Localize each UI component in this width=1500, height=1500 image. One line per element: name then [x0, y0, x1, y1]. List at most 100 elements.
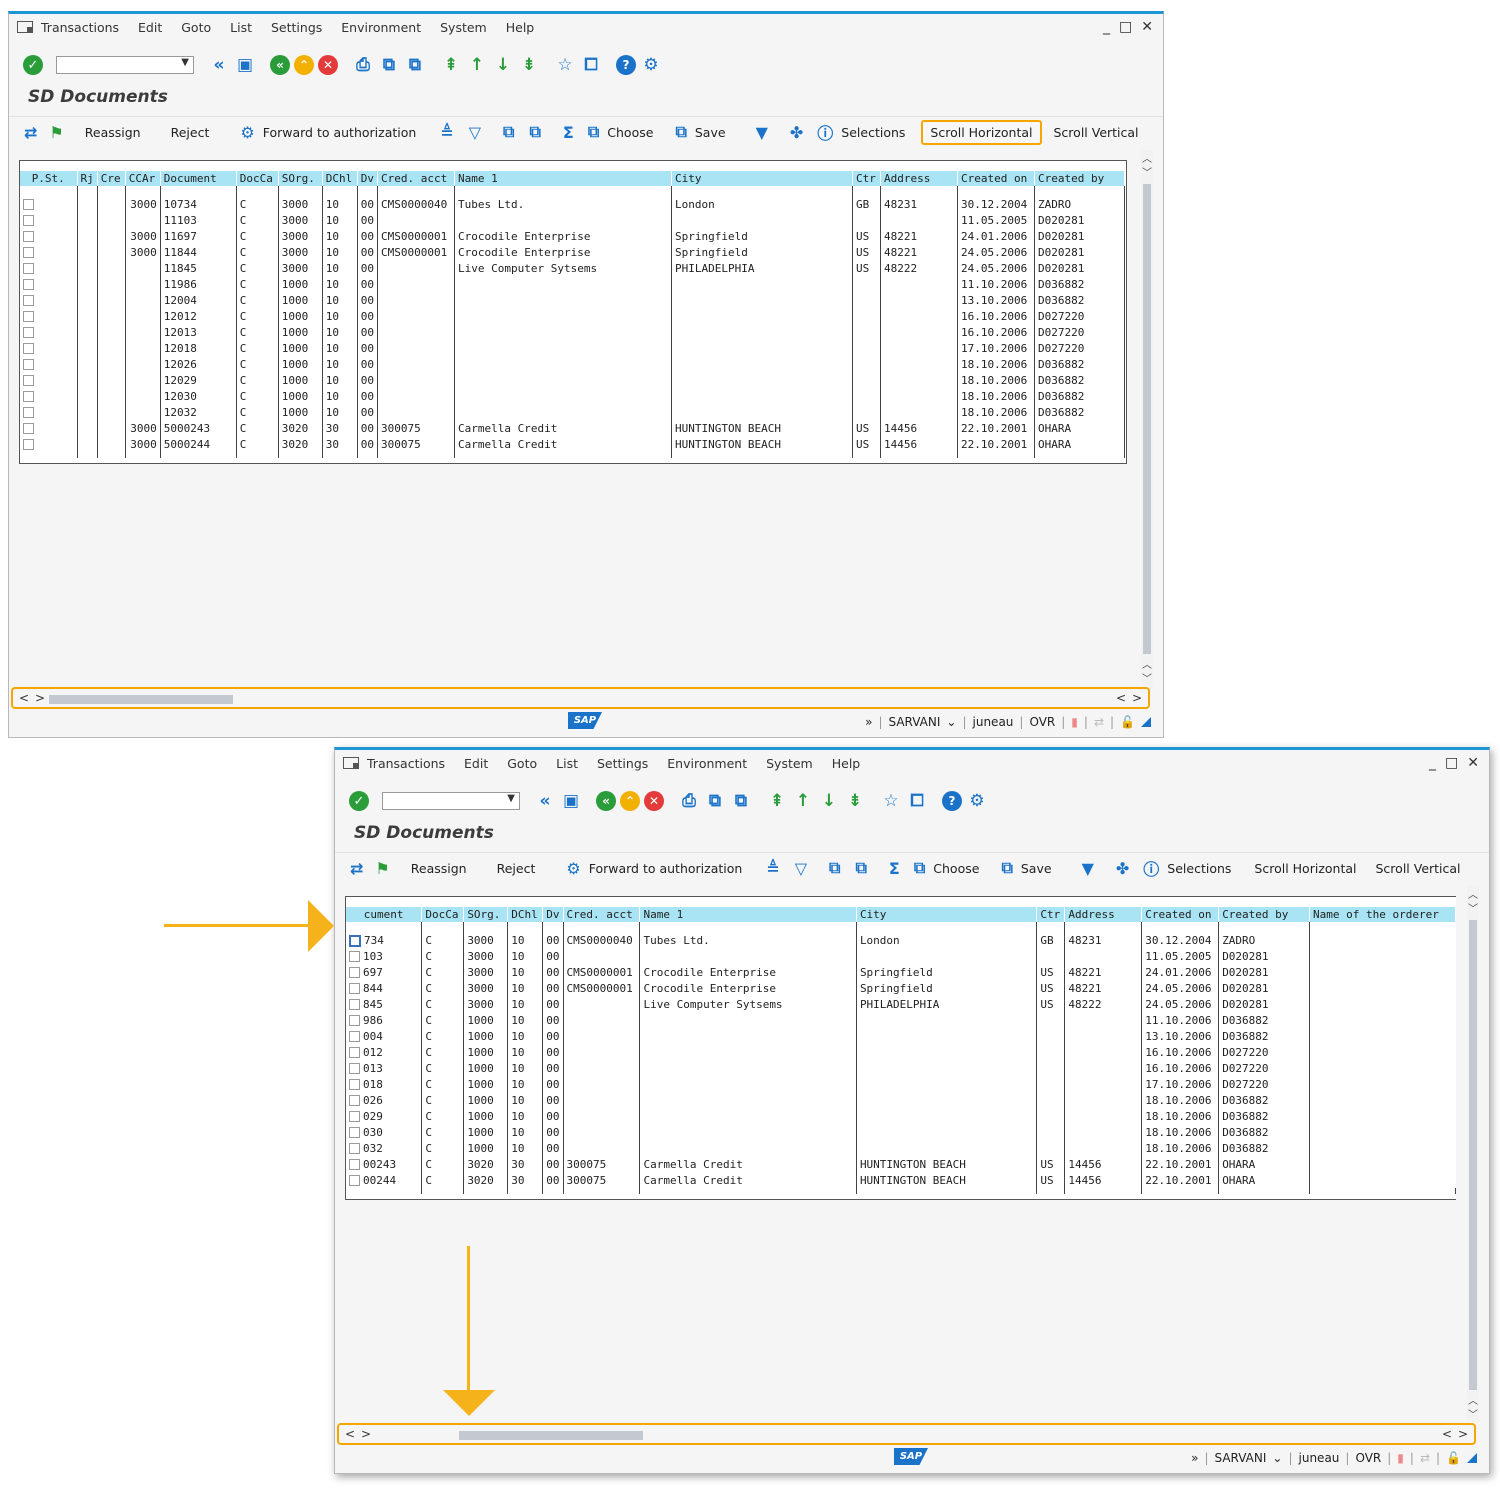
table-cell[interactable]: 10	[322, 372, 358, 388]
table-cell[interactable]	[1310, 1044, 1456, 1060]
table-cell[interactable]: 3000	[125, 436, 161, 452]
col-header-sorg[interactable]: SOrg.	[278, 171, 323, 186]
table-cell[interactable]	[377, 404, 455, 420]
table-cell[interactable]: 00	[357, 356, 379, 372]
back-icon[interactable]: «	[270, 55, 290, 75]
table-cell[interactable]	[1310, 1012, 1456, 1028]
table-cell[interactable]	[97, 356, 126, 372]
table-cell[interactable]	[856, 1044, 1038, 1060]
table-cell[interactable]: 1000	[463, 1044, 509, 1060]
col-header-document[interactable]: cument	[346, 907, 423, 922]
table-cell[interactable]	[1310, 1124, 1456, 1140]
table-row[interactable]: 3000 10734 C 3000 10 00 CMS0000040 Tubes Ltd. Lo…	[20, 196, 1125, 212]
table-cell[interactable]: 12026	[160, 356, 237, 372]
table-cell[interactable]: C	[421, 1124, 465, 1140]
row-checkbox[interactable]	[349, 1175, 360, 1186]
menu-goto[interactable]: Goto	[181, 20, 211, 35]
first-page-icon[interactable]: ⇞	[766, 790, 788, 812]
enter-check-icon[interactable]: ✓	[23, 55, 43, 75]
table-cell[interactable]: C	[236, 276, 279, 292]
table-cell[interactable]: 18.10.2006	[957, 372, 1035, 388]
table-cell[interactable]	[77, 324, 98, 340]
table-cell[interactable]	[377, 372, 455, 388]
menu-system[interactable]: System	[766, 756, 813, 771]
table-cell[interactable]: D027220	[1034, 324, 1125, 340]
table-cell[interactable]	[1036, 1124, 1066, 1140]
table-row[interactable]: 12013 C 1000 10 00 16.10.2006 D027220	[20, 324, 1125, 340]
table-cell[interactable]: C	[236, 212, 279, 228]
table-cell[interactable]: 18.10.2006	[1141, 1092, 1220, 1108]
table-cell[interactable]: C	[236, 228, 279, 244]
table-cell[interactable]	[1064, 1044, 1143, 1060]
table-cell[interactable]: 16.10.2006	[957, 324, 1035, 340]
table-cell[interactable]: 00	[542, 1172, 564, 1188]
forward-gear-icon[interactable]: ⚙	[566, 859, 580, 878]
table-cell[interactable]: 10	[507, 964, 544, 980]
table-cell[interactable]: 029	[346, 1108, 423, 1124]
table-cell[interactable]	[454, 388, 672, 404]
table-cell[interactable]: 986	[346, 1012, 423, 1028]
table-cell[interactable]	[77, 260, 98, 276]
table-cell[interactable]	[671, 292, 853, 308]
window-menu-icon[interactable]	[17, 21, 33, 33]
table-row[interactable]: 12032 C 1000 10 00 18.10.2006 D036882	[20, 404, 1125, 420]
col-header-city[interactable]: City	[671, 171, 853, 186]
table-cell[interactable]: 300075	[563, 1156, 641, 1172]
table-cell[interactable]	[880, 308, 958, 324]
table-cell[interactable]: Carmella Credit	[454, 436, 672, 452]
reject-button[interactable]: Reject	[490, 858, 543, 879]
table-cell[interactable]: 48221	[1064, 964, 1143, 980]
table-cell[interactable]: 30	[322, 436, 358, 452]
table-cell[interactable]: OHARA	[1218, 1172, 1311, 1188]
table-cell[interactable]	[1036, 948, 1066, 964]
scroll-up-icon[interactable]: ︿	[1467, 1392, 1479, 1407]
back-double-icon[interactable]: «	[208, 54, 230, 76]
table-cell[interactable]: 3000	[463, 980, 509, 996]
table-cell[interactable]: 1000	[463, 1140, 509, 1156]
table-cell[interactable]: C	[421, 1108, 465, 1124]
table-cell[interactable]: PHILADELPHIA	[856, 996, 1038, 1012]
table-cell[interactable]	[77, 308, 98, 324]
table-cell[interactable]	[856, 1060, 1038, 1076]
table-cell[interactable]: 00	[542, 964, 564, 980]
scroll-horizontal-button[interactable]: Scroll Horizontal	[921, 119, 1042, 145]
table-cell[interactable]: C	[421, 1060, 465, 1076]
table-cell[interactable]	[77, 244, 98, 260]
table-cell[interactable]: Live Computer Sytsems	[639, 996, 857, 1012]
menu-help[interactable]: Help	[506, 20, 535, 35]
resize-grip-icon[interactable]	[1467, 1453, 1477, 1463]
row-checkbox[interactable]	[23, 215, 34, 226]
table-cell[interactable]: 10	[507, 1076, 544, 1092]
table-cell[interactable]: 3000	[278, 244, 323, 260]
reject-button[interactable]: Reject	[164, 122, 217, 143]
table-cell[interactable]	[125, 356, 161, 372]
table-cell[interactable]	[125, 308, 161, 324]
table-cell[interactable]	[77, 420, 98, 436]
table-cell[interactable]: C	[236, 292, 279, 308]
choose-icon[interactable]: ⧉	[588, 122, 599, 142]
table-cell[interactable]	[97, 388, 126, 404]
table-row[interactable]: 986 C 1000 10 00 11.10.2006 D036882	[346, 1012, 1456, 1028]
row-checkbox[interactable]	[23, 311, 34, 322]
table-cell[interactable]: C	[421, 1044, 465, 1060]
table-cell[interactable]	[639, 948, 857, 964]
table-cell[interactable]: 00	[357, 372, 379, 388]
table-cell[interactable]	[97, 196, 126, 212]
choose-button[interactable]: Choose	[933, 861, 979, 876]
table-cell[interactable]: C	[421, 964, 465, 980]
table-cell[interactable]: C	[421, 948, 465, 964]
minimize-icon[interactable]: _	[1103, 19, 1110, 35]
table-cell[interactable]: 12012	[160, 308, 237, 324]
table-cell[interactable]: Crocodile Enterprise	[639, 964, 857, 980]
table-cell[interactable]: 22.10.2001	[957, 436, 1035, 452]
scroll-left-icon[interactable]: <	[1116, 691, 1126, 705]
row-checkbox[interactable]	[349, 1063, 360, 1074]
table-cell[interactable]	[856, 1012, 1038, 1028]
table-row[interactable]: 12012 C 1000 10 00 16.10.2006 D027220	[20, 308, 1125, 324]
forward-gear-icon[interactable]: ⚙	[240, 123, 254, 142]
table-cell[interactable]	[1064, 1108, 1143, 1124]
table-cell[interactable]: 10	[507, 980, 544, 996]
command-field[interactable]: ▼	[56, 56, 194, 74]
table-cell[interactable]: 10	[322, 228, 358, 244]
table-cell[interactable]: 3000	[125, 420, 161, 436]
